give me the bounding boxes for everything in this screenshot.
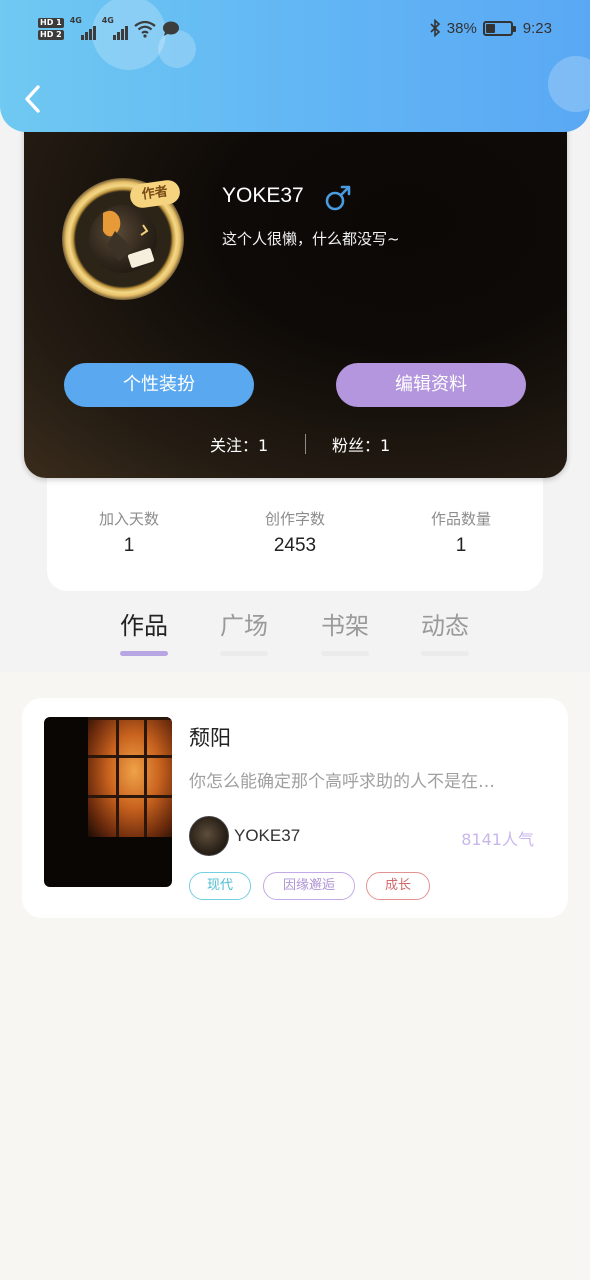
tab-label: 书架 (321, 612, 369, 640)
sim2-label: HD 2 (38, 30, 64, 40)
stat-value: 1 (123, 535, 135, 556)
bluetooth-icon (430, 19, 440, 37)
cover-art (88, 717, 172, 837)
stat-join-days: 加入天数 1 (69, 508, 189, 557)
network2-label: 4G (101, 16, 114, 25)
sim1-label: HD 1 (38, 18, 64, 28)
stat-label: 作品数量 (430, 510, 491, 528)
tab-works[interactable]: 作品 (104, 606, 184, 656)
divider (305, 434, 306, 454)
tab-underline (321, 651, 369, 656)
tab-underline (421, 651, 469, 656)
message-icon (162, 21, 179, 36)
tag-modern[interactable]: 现代 (189, 872, 251, 900)
sim-indicators: HD 1 HD 2 (38, 18, 64, 40)
battery-icon (482, 20, 516, 36)
signal-icon: 4G (69, 16, 96, 40)
book-cover[interactable] (44, 717, 172, 887)
popularity-count: 8141人气 (461, 830, 534, 849)
book-title[interactable]: 颓阳 (189, 722, 231, 752)
network1-label: 4G (69, 16, 82, 25)
tab-underline (120, 651, 168, 656)
status-bar: HD 1 HD 2 4G 4G 38% 9:23 (0, 14, 590, 50)
author-avatar (189, 816, 229, 856)
fans-count[interactable]: 粉丝：1 (332, 432, 390, 456)
profile-card: 作者 YOKE37 这个人很懒，什么都没写~ 个性装扮 编辑资料 关注：1 粉丝… (24, 110, 567, 478)
battery-percent: 38% (446, 19, 477, 37)
stat-value: 2453 (273, 535, 317, 556)
book-description: 你怎么能确定那个高呼求助的人不是在… (189, 772, 495, 792)
profile-bio: 这个人很懒，什么都没写~ (222, 230, 400, 248)
tab-label: 广场 (220, 612, 268, 640)
signal-icon: 4G (101, 16, 128, 40)
tab-plaza[interactable]: 广场 (204, 606, 284, 656)
decor-bubble (548, 56, 590, 112)
tab-underline (220, 651, 268, 656)
stat-word-count: 创作字数 2453 (235, 508, 355, 557)
tab-label: 动态 (421, 612, 469, 640)
personal-dress-up-button[interactable]: 个性装扮 (64, 363, 254, 407)
tab-activity[interactable]: 动态 (405, 606, 485, 656)
wifi-icon (134, 20, 156, 38)
stat-value: 1 (455, 535, 467, 556)
profile-tabs: 作品 广场 书架 动态 (0, 606, 590, 666)
stat-label: 创作字数 (264, 510, 325, 528)
app-header: HD 1 HD 2 4G 4G 38% 9:23 (0, 0, 590, 132)
edit-profile-button[interactable]: 编辑资料 (336, 363, 526, 407)
male-gender-icon (325, 185, 351, 211)
stat-works-count: 作品数量 1 (401, 508, 521, 557)
stat-label: 加入天数 (98, 510, 159, 528)
avatar-image (89, 205, 157, 273)
tab-label: 作品 (120, 612, 168, 640)
clock: 9:23 (522, 19, 552, 37)
stats-card: 加入天数 1 创作字数 2453 作品数量 1 (47, 470, 543, 591)
book-author: YOKE37 (234, 826, 301, 845)
tab-bookshelf[interactable]: 书架 (305, 606, 385, 656)
back-arrow-icon[interactable] (20, 82, 48, 116)
following-count[interactable]: 关注：1 (210, 432, 268, 456)
book-card[interactable]: 颓阳 你怎么能确定那个高呼求助的人不是在… YOKE37 8141人气 现代 因… (22, 698, 568, 918)
tag-growth[interactable]: 成长 (366, 872, 430, 900)
username: YOKE37 (222, 184, 304, 207)
follow-stats-row: 关注：1 粉丝：1 (24, 432, 567, 456)
tag-fate[interactable]: 因缘邂逅 (263, 872, 355, 900)
